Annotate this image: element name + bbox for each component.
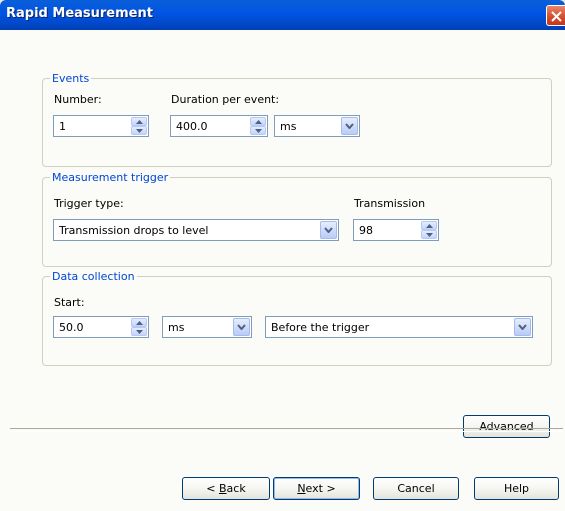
transmission-label: Transmission: [354, 197, 426, 210]
chevron-down-icon: [518, 324, 527, 330]
number-label: Number:: [54, 93, 102, 106]
start-label: Start:: [54, 296, 85, 309]
back-label-pre: <: [206, 482, 219, 495]
cancel-button[interactable]: Cancel: [373, 477, 459, 500]
chevron-down-icon: [237, 324, 246, 330]
duration-unit-value: ms: [280, 120, 297, 133]
events-legend: Events: [52, 72, 90, 85]
duration-spinner[interactable]: 400.0: [170, 115, 268, 137]
trigger-legend: Measurement trigger: [52, 171, 169, 184]
arrow-down-icon: [426, 233, 433, 237]
duration-unit-select[interactable]: ms: [274, 115, 360, 137]
dialog-content: Events Number: 1 Duration per event: 400…: [0, 30, 565, 511]
duration-value: 400.0: [176, 120, 208, 133]
button-separator: [10, 428, 563, 432]
chevron-down-icon: [345, 123, 354, 129]
next-label-post: ext >: [305, 482, 336, 495]
back-label-mnemonic: B: [219, 482, 227, 495]
start-unit-value: ms: [168, 321, 185, 334]
trigger-type-label: Trigger type:: [54, 197, 124, 210]
duration-down-button[interactable]: [250, 126, 266, 135]
trigger-relation-select[interactable]: Before the trigger: [265, 316, 533, 338]
next-button[interactable]: Next >: [273, 477, 360, 500]
transmission-down-button[interactable]: [421, 230, 437, 239]
close-button[interactable]: [546, 5, 565, 26]
transmission-spinner[interactable]: 98: [353, 219, 439, 241]
start-spinner[interactable]: 50.0: [53, 316, 149, 338]
advanced-button[interactable]: Advanced: [463, 415, 550, 438]
start-up-button[interactable]: [131, 318, 147, 327]
arrow-up-icon: [136, 321, 143, 325]
back-label-post: ack: [226, 482, 246, 495]
start-down-button[interactable]: [131, 327, 147, 336]
arrow-down-icon: [136, 129, 143, 133]
duration-label: Duration per event:: [171, 93, 280, 106]
duration-unit-dropdown-button[interactable]: [341, 117, 358, 135]
start-value: 50.0: [59, 321, 84, 334]
window-title: Rapid Measurement: [6, 6, 153, 21]
title-bar[interactable]: Rapid Measurement: [0, 0, 565, 30]
start-unit-dropdown-button[interactable]: [233, 318, 250, 336]
number-up-button[interactable]: [131, 117, 147, 126]
trigger-relation-value: Before the trigger: [271, 321, 370, 334]
help-button[interactable]: Help: [474, 477, 559, 500]
arrow-up-icon: [136, 120, 143, 124]
arrow-up-icon: [255, 120, 262, 124]
start-unit-select[interactable]: ms: [162, 316, 252, 338]
trigger-type-dropdown-button[interactable]: [320, 221, 337, 239]
number-value: 1: [59, 120, 66, 133]
chevron-down-icon: [324, 227, 333, 233]
arrow-down-icon: [136, 330, 143, 334]
transmission-up-button[interactable]: [421, 221, 437, 230]
duration-up-button[interactable]: [250, 117, 266, 126]
transmission-value: 98: [359, 224, 373, 237]
number-spinner[interactable]: 1: [53, 115, 149, 137]
trigger-type-select[interactable]: Transmission drops to level: [53, 219, 339, 241]
close-icon: [551, 11, 562, 22]
trigger-relation-dropdown-button[interactable]: [514, 318, 531, 336]
arrow-down-icon: [255, 129, 262, 133]
trigger-type-value: Transmission drops to level: [59, 224, 209, 237]
back-button[interactable]: < Back: [182, 477, 270, 500]
number-down-button[interactable]: [131, 126, 147, 135]
collection-legend: Data collection: [52, 270, 135, 283]
next-label-mnemonic: N: [297, 482, 306, 495]
arrow-up-icon: [426, 224, 433, 228]
